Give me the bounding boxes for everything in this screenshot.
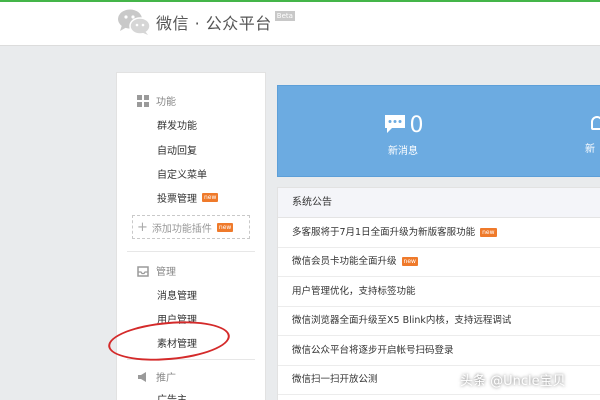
sidebar-item-vote-manage[interactable]: 投票管理 new	[157, 190, 219, 205]
grid-icon	[137, 94, 149, 107]
main-content: 0 新消息 新 系统公告 多客服将于7月1日全面升级为新版客服功能 new 微信…	[277, 85, 600, 400]
inbox-icon	[137, 265, 149, 277]
megaphone-icon	[137, 371, 149, 383]
partial-stat-label: 新	[585, 144, 595, 155]
sidebar-item-label: 广告主	[157, 391, 187, 400]
sidebar-item-messages[interactable]: 消息管理	[157, 287, 197, 302]
stats-panel: 0 新消息 新	[277, 85, 600, 177]
section-promotion: 推广	[137, 369, 176, 384]
sidebar-item-label: 消息管理	[157, 291, 197, 302]
sidebar-item-advertiser[interactable]: 广告主	[157, 391, 187, 400]
new-badge: new	[216, 222, 234, 232]
notice-text: 微信会员卡功能全面升级	[292, 256, 397, 268]
section-features: 功能	[137, 93, 176, 108]
notice-item[interactable]: 微信浏览器全面升级至X5 Blink内核，支持远程调试	[278, 307, 600, 336]
notice-text: 多客服将于7月1日全面升级为新版客服功能	[292, 226, 476, 238]
sidebar-item-mass-send[interactable]: 群发功能	[157, 117, 197, 132]
new-badge: new	[202, 193, 219, 202]
wechat-logo[interactable]: 微信 · 公众平台 Beta	[116, 7, 295, 37]
sidebar-item-label: 群发功能	[157, 121, 197, 132]
sidebar-item-label: 自动回复	[157, 146, 197, 157]
new-badge: new	[401, 257, 418, 267]
sidebar-item-custom-menu[interactable]: 自定义菜单	[157, 166, 207, 181]
brand-title: 微信 · 公众平台	[156, 14, 272, 33]
sidebar-item-label: 投票管理	[157, 194, 197, 205]
section-label: 管理	[156, 267, 176, 278]
notice-text: 微信公众平台将逐步开启帐号扫码登录	[292, 344, 454, 356]
watermark: 头条 @Uncle宝贝	[460, 374, 566, 389]
beta-badge: Beta	[274, 11, 295, 21]
sidebar-item-label: 自定义菜单	[157, 170, 207, 181]
chat-bubble-icon	[383, 114, 407, 138]
plus-icon: +	[137, 219, 148, 235]
add-plugin-label: 添加功能插件	[151, 223, 212, 235]
add-plugin-button[interactable]: + 添加功能插件 new	[132, 215, 250, 239]
notice-text: 微信扫一扫开放公测	[292, 374, 378, 386]
new-messages-label: 新消息	[388, 146, 418, 157]
divider	[127, 251, 255, 252]
sidebar-item-auto-reply[interactable]: 自动回复	[157, 142, 197, 157]
system-notices: 系统公告 多客服将于7月1日全面升级为新版客服功能 new 微信会员卡功能全面升…	[277, 187, 600, 400]
section-label: 推广	[156, 373, 176, 384]
notice-item[interactable]: 微信会员卡功能全面升级 new	[278, 248, 600, 277]
new-messages-stat[interactable]: 0 新消息	[368, 114, 438, 157]
notice-item[interactable]: 多客服将于7月1日全面升级为新版客服功能 new	[278, 218, 600, 248]
wechat-icon	[116, 7, 152, 37]
notice-text: 微信浏览器全面升级至X5 Blink内核，支持远程调试	[292, 315, 512, 327]
top-bar: 微信 · 公众平台 Beta	[0, 0, 600, 46]
new-badge: new	[480, 227, 497, 237]
notice-text: 用户管理优化，支持标签功能	[292, 285, 416, 297]
user-icon	[591, 116, 600, 130]
section-management: 管理	[137, 263, 176, 278]
new-messages-count: 0	[409, 113, 424, 138]
notices-title: 系统公告	[278, 188, 600, 218]
section-label: 功能	[156, 97, 176, 108]
notice-item[interactable]: 微信公众平台将逐步开启帐号扫码登录	[278, 336, 600, 366]
notice-item[interactable]: 用户管理优化，支持标签功能	[278, 277, 600, 307]
